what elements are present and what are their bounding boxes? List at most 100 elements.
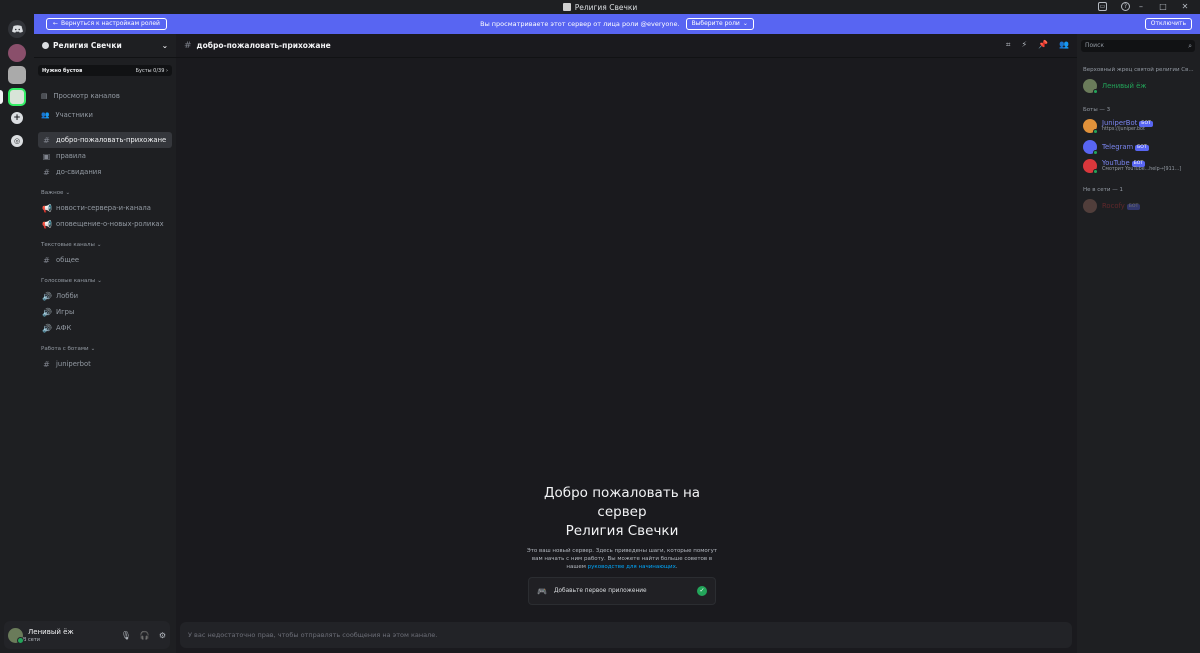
minimize-button[interactable]: –	[1130, 1, 1152, 13]
channel-label: Лобби	[56, 292, 79, 300]
back-to-roles-button[interactable]: ← Вернуться к настройкам ролей	[46, 18, 167, 30]
member-item[interactable]: Rocofy БОТ	[1083, 199, 1141, 213]
server-rail: + ◎	[0, 14, 34, 653]
channel-server-news[interactable]: 📢 новости-сервера-и-канала	[38, 200, 172, 216]
avatar	[1083, 159, 1098, 174]
channel-label: АФК	[56, 324, 72, 332]
help-icon[interactable]: ?	[1121, 2, 1130, 11]
threads-icon[interactable]: ⌗	[1006, 40, 1011, 50]
channel-label: Игры	[56, 308, 75, 316]
browse-channels-item[interactable]: ▤ Просмотр каналов	[34, 88, 176, 104]
member-item[interactable]: YouTube БОТ Смотрит YouTube...help→[911..…	[1083, 159, 1182, 174]
disable-preview-button[interactable]: Отключить	[1144, 18, 1192, 30]
hash-icon: #	[43, 255, 50, 265]
voice-channel-lobby[interactable]: 🔊 Лобби	[38, 288, 172, 304]
voice-channel-games[interactable]: 🔊 Игры	[38, 304, 172, 320]
channel-label: добро-пожаловать-прихожане	[56, 136, 167, 144]
bot-badge: БОТ	[1126, 204, 1141, 210]
channel-header: # добро-пожаловать-прихожане	[176, 34, 1077, 58]
hash-icon: #	[184, 40, 192, 51]
composer-placeholder: У вас недостаточно прав, чтобы отправлят…	[188, 631, 438, 639]
close-window-button[interactable]: ✕	[1174, 1, 1196, 13]
choose-roles-button[interactable]: Выберите роли ⌄	[685, 18, 754, 30]
server-icon-2[interactable]	[8, 66, 26, 84]
online-status-icon	[1093, 169, 1098, 174]
channel-juniperbot[interactable]: # juniperbot	[38, 356, 172, 372]
search-icon: ⌕	[1188, 42, 1192, 50]
channel-label: новости-сервера-и-канала	[56, 204, 151, 212]
member-name: JuniperBot	[1102, 119, 1138, 127]
beginners-guide-link[interactable]: руководстве для начинающих	[588, 564, 676, 570]
welcome-title: Добро пожаловать на сервер Религия Свечк…	[526, 484, 718, 541]
search-input[interactable]: Поиск ⌕	[1081, 40, 1195, 52]
online-status-icon	[1093, 89, 1098, 94]
app-icon	[562, 3, 571, 11]
user-name[interactable]: Ленивый ёж	[28, 628, 74, 637]
message-composer: У вас недостаточно прав, чтобы отправлят…	[180, 622, 1072, 648]
discover-icon[interactable]: ◎	[11, 135, 23, 147]
members-item[interactable]: 👥 Участники	[34, 107, 176, 123]
gamepad-icon: 🎮	[537, 586, 547, 596]
category-label: Работа с ботами	[41, 346, 89, 352]
avatar[interactable]	[8, 627, 24, 644]
boost-label: Нужно бустов	[42, 67, 83, 74]
voice-channel-afk[interactable]: 🔊 АФК	[38, 320, 172, 336]
category-text-channels[interactable]: Текстовые каналы ⌄	[34, 238, 176, 252]
pin-icon[interactable]: 📌	[1038, 40, 1048, 50]
category-voice-channels[interactable]: Голосовые каналы ⌄	[34, 274, 176, 288]
member-activity: Смотрит YouTube...help→[911...]	[1102, 167, 1182, 172]
chevron-down-icon: ⌄	[161, 41, 168, 50]
chevron-down-icon: ⌄	[65, 190, 71, 196]
welcome-title-line: Религия Свечки	[565, 523, 679, 539]
arrow-left-icon: ←	[53, 20, 59, 27]
user-panel: Ленивый ёж В сети 🎙 🎧 ⚙	[4, 621, 170, 649]
channel-rules[interactable]: ▣ правила	[38, 148, 172, 164]
avatar	[1083, 199, 1097, 213]
welcome-title-line: Добро пожаловать на	[543, 485, 701, 501]
channel-general[interactable]: # общее	[38, 252, 172, 268]
discord-home-icon[interactable]	[8, 20, 26, 38]
gear-icon[interactable]: ⚙	[159, 631, 166, 640]
boost-count: Бусты 0/39	[135, 67, 165, 74]
members-icon: 👥	[41, 111, 50, 119]
avatar	[1083, 79, 1098, 94]
announcement-icon: 📢	[42, 203, 52, 213]
window-title: Религия Свечки	[574, 2, 638, 12]
speaker-icon: 🔊	[42, 323, 52, 333]
banner-message: Вы просматриваете этот сервер от лица ро…	[480, 20, 680, 28]
inbox-icon[interactable]: ▭	[1098, 2, 1107, 11]
chevron-down-icon: ⌄	[97, 278, 102, 284]
choose-roles-label: Выберите роли	[691, 20, 740, 27]
user-status: В сети	[23, 636, 41, 643]
microphone-icon[interactable]: 🎙	[121, 631, 131, 640]
channel-label: правила	[56, 152, 86, 160]
channel-goodbye[interactable]: # до-свидания	[38, 164, 172, 180]
member-list-icon[interactable]: 👥	[1059, 40, 1069, 50]
category-label: Важное	[41, 190, 64, 196]
server-icon-1[interactable]	[8, 44, 26, 62]
add-server-icon[interactable]: +	[11, 112, 23, 124]
notifications-icon[interactable]: ⚡	[1021, 40, 1027, 50]
member-item[interactable]: Ленивый ёж	[1083, 79, 1147, 94]
server-badge-icon	[42, 42, 49, 49]
boost-progress[interactable]: Нужно бустов Бусты 0/39 ›	[38, 65, 172, 76]
members-label: Участники	[55, 111, 93, 119]
member-name: Ленивый ёж	[1102, 82, 1147, 90]
channel-welcome[interactable]: # добро-пожаловать-прихожане	[38, 132, 172, 148]
online-status-icon	[1093, 129, 1098, 134]
browse-channels-label: Просмотр каналов	[53, 92, 120, 100]
headphones-icon[interactable]: 🎧	[140, 631, 150, 640]
server-icon-religion[interactable]	[8, 88, 26, 106]
category-bots[interactable]: Работа с ботами ⌄	[34, 342, 176, 356]
channel-video-alerts[interactable]: 📢 оповещение-о-новых-роликах	[38, 216, 172, 232]
bot-badge: БОТ	[1135, 145, 1149, 151]
maximize-button[interactable]: □	[1152, 1, 1174, 13]
channel-label: juniperbot	[56, 360, 91, 368]
member-item[interactable]: JuniperBot БОТ https://juniper.bot	[1083, 119, 1153, 134]
server-header[interactable]: Религия Свечки ⌄	[34, 34, 176, 58]
welcome-title-line: сервер	[597, 504, 647, 520]
member-name: YouTube	[1102, 159, 1130, 167]
add-first-app-task[interactable]: 🎮 Добавьте первое приложение ✓	[528, 577, 716, 605]
category-important[interactable]: Важное ⌄	[34, 186, 176, 200]
member-item[interactable]: Telegram БОТ	[1083, 140, 1149, 155]
